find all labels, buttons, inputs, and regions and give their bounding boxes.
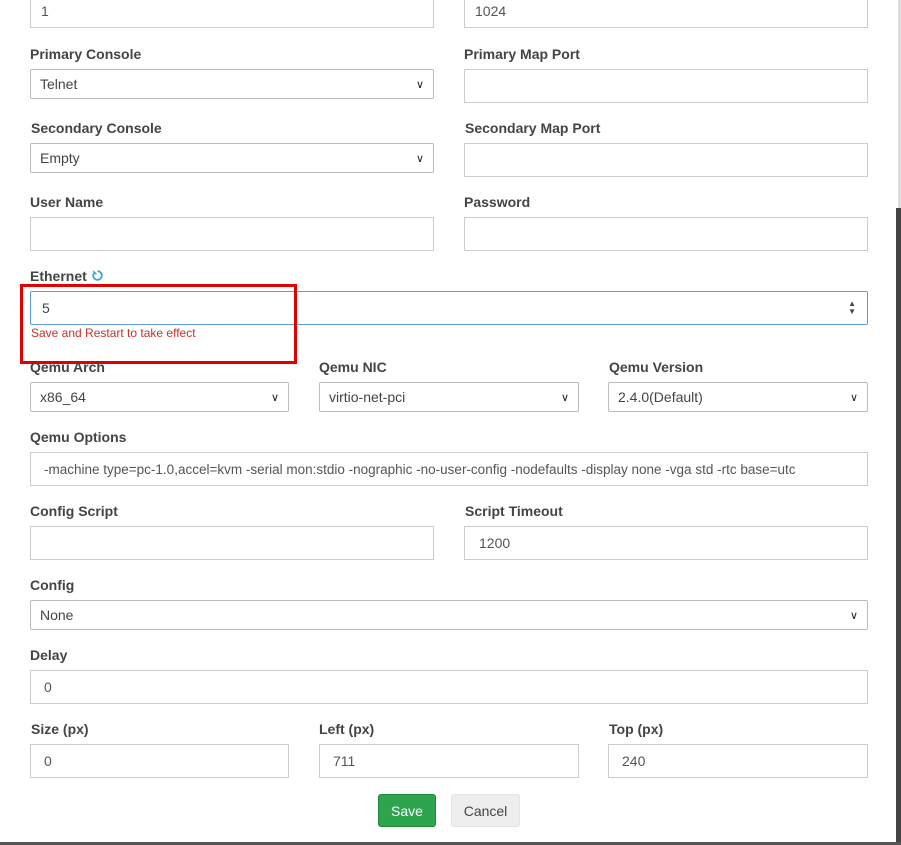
primary-console-label: Primary Console xyxy=(30,46,142,62)
secondary-console-select[interactable]: Empty ∨ xyxy=(30,143,434,173)
size-input[interactable]: 0 xyxy=(30,744,289,778)
ethernet-label: Ethernet xyxy=(30,268,87,284)
refresh-icon[interactable] xyxy=(91,269,104,285)
user-name-input[interactable] xyxy=(30,217,434,251)
backdrop-edge xyxy=(896,208,901,845)
qemu-arch-value: x86_64 xyxy=(40,389,86,405)
script-timeout-label: Script Timeout xyxy=(465,503,563,519)
delay-label: Delay xyxy=(30,647,68,663)
qemu-arch-select[interactable]: x86_64 ∨ xyxy=(30,382,289,412)
primary-map-port-label: Primary Map Port xyxy=(464,46,580,62)
qemu-options-value: -machine type=pc-1.0,accel=kvm -serial m… xyxy=(44,461,796,477)
top-label: Top (px) xyxy=(609,721,664,737)
primary-console-value: Telnet xyxy=(40,76,78,92)
top-right-value: 1024 xyxy=(475,3,507,19)
top-left-value: 1 xyxy=(41,3,49,19)
config-value: None xyxy=(40,607,74,623)
chevron-down-icon: ∨ xyxy=(415,78,424,91)
qemu-nic-value: virtio-net-pci xyxy=(329,389,406,405)
size-value: 0 xyxy=(44,753,52,769)
qemu-nic-label: Qemu NIC xyxy=(319,359,387,375)
password-label: Password xyxy=(464,194,531,210)
script-timeout-input[interactable]: 1200 xyxy=(464,526,868,560)
qemu-options-input[interactable]: -machine type=pc-1.0,accel=kvm -serial m… xyxy=(30,452,868,486)
chevron-down-icon: ∨ xyxy=(849,391,858,404)
delay-input[interactable]: 0 xyxy=(30,670,868,704)
top-value: 240 xyxy=(622,753,646,769)
secondary-map-port-input[interactable] xyxy=(464,143,868,177)
chevron-down-icon: ∨ xyxy=(849,609,858,622)
script-timeout-value: 1200 xyxy=(479,535,511,551)
left-input[interactable]: 711 xyxy=(319,744,579,778)
chevron-down-icon: ∨ xyxy=(270,391,279,404)
size-label: Size (px) xyxy=(31,721,89,737)
primary-console-select[interactable]: Telnet ∨ xyxy=(30,69,434,99)
config-script-label: Config Script xyxy=(30,503,118,519)
top-right-field[interactable]: 1024 xyxy=(464,0,868,28)
cancel-button[interactable]: Cancel xyxy=(451,794,520,827)
qemu-version-select[interactable]: 2.4.0(Default) ∨ xyxy=(608,382,868,412)
top-left-field[interactable]: 1 xyxy=(30,0,434,28)
secondary-console-value: Empty xyxy=(40,150,80,166)
qemu-nic-select[interactable]: virtio-net-pci ∨ xyxy=(319,382,579,412)
qemu-version-label: Qemu Version xyxy=(609,359,704,375)
delay-value: 0 xyxy=(44,679,52,695)
highlight-box xyxy=(20,284,297,364)
user-name-label: User Name xyxy=(30,194,104,210)
qemu-version-value: 2.4.0(Default) xyxy=(618,389,703,405)
qemu-options-label: Qemu Options xyxy=(30,429,127,445)
left-label: Left (px) xyxy=(319,721,375,737)
secondary-console-label: Secondary Console xyxy=(31,120,162,136)
spinner-arrows-icon[interactable]: ▲ ▼ xyxy=(848,300,856,316)
config-script-input[interactable] xyxy=(30,526,434,560)
top-input[interactable]: 240 xyxy=(608,744,868,778)
config-label: Config xyxy=(30,577,75,593)
password-input[interactable] xyxy=(464,217,868,251)
ethernet-label-row: Ethernet xyxy=(30,268,104,285)
primary-map-port-input[interactable] xyxy=(464,69,868,103)
config-select[interactable]: None ∨ xyxy=(30,600,868,630)
save-button[interactable]: Save xyxy=(378,794,436,827)
chevron-down-icon: ∨ xyxy=(415,152,424,165)
secondary-map-port-label: Secondary Map Port xyxy=(465,120,601,136)
qemu-arch-label: Qemu Arch xyxy=(30,359,105,375)
chevron-down-icon: ∨ xyxy=(560,391,569,404)
left-value: 711 xyxy=(333,753,356,769)
